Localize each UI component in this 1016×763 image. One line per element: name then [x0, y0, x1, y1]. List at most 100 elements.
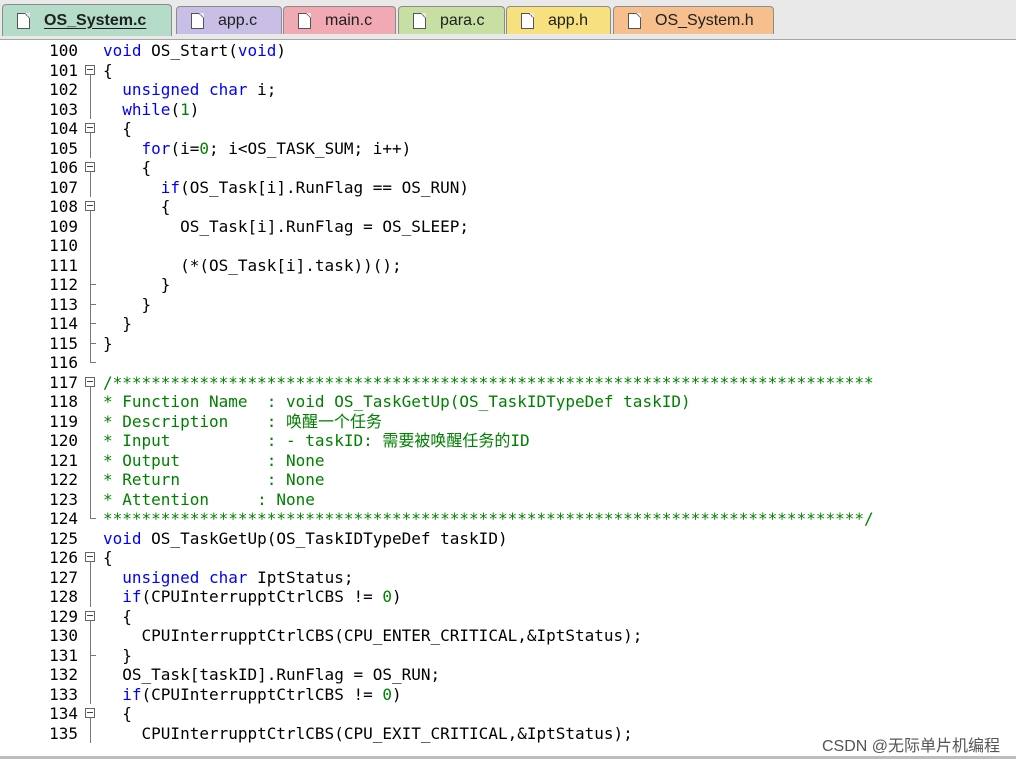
code-line[interactable]: 124 *************************************… [0, 509, 1016, 529]
tab-app-h[interactable]: app.h [506, 6, 611, 34]
code-line[interactable]: 115} [0, 333, 1016, 354]
code-token: OS_Start( [141, 41, 238, 60]
code-text[interactable]: void OS_Start(void) [103, 41, 286, 61]
code-text[interactable]: CPUInterrupptCtrlCBS(CPU_EXIT_CRITICAL,&… [103, 724, 633, 744]
code-line[interactable]: 111 (*(OS_Task[i].task))(); [0, 255, 1016, 276]
code-text[interactable]: } [103, 314, 132, 334]
tab-os-system-c[interactable]: OS_System.c [2, 4, 172, 36]
code-line[interactable]: 122 * Return : None [0, 470, 1016, 490]
fold-toggle-icon[interactable] [84, 119, 98, 139]
code-line[interactable]: 125 void OS_TaskGetUp(OS_TaskIDTypeDef ta… [0, 529, 1016, 549]
fold-toggle-icon[interactable] [84, 704, 98, 724]
fold-line [84, 177, 98, 197]
code-text[interactable]: unsigned char IptStatus; [103, 568, 353, 588]
code-text[interactable]: * Return : None [103, 470, 325, 490]
line-number: 121 [49, 450, 78, 470]
code-line[interactable]: 112 } [0, 275, 1016, 295]
code-text[interactable]: for(i=0; i<OS_TASK_SUM; i++) [103, 138, 412, 159]
code-text[interactable]: ****************************************… [103, 509, 874, 529]
code-text[interactable]: { [103, 119, 132, 139]
code-line[interactable]: 121 * Output : None [0, 450, 1016, 471]
code-text[interactable]: } [103, 295, 152, 315]
code-text[interactable]: if(CPUInterrupptCtrlCBS != 0) [103, 587, 401, 607]
code-text[interactable]: unsigned char i; [103, 80, 276, 100]
code-line[interactable]: 102 unsigned char i; [0, 80, 1016, 100]
code-text[interactable]: void OS_TaskGetUp(OS_TaskIDTypeDef taskI… [103, 529, 508, 549]
code-line[interactable]: 109 OS_Task[i].RunFlag = OS_SLEEP; [0, 216, 1016, 237]
code-line[interactable]: 133 if(CPUInterrupptCtrlCBS != 0) [0, 684, 1016, 705]
line-number: 128 [49, 587, 78, 606]
code-text[interactable]: * Input : - taskID: 需要被唤醒任务的ID [103, 431, 530, 451]
code-line[interactable]: 107 if(OS_Task[i].RunFlag == OS_RUN) [0, 177, 1016, 198]
code-editor[interactable]: 100 void OS_Start(void) 101{102 unsigned c… [0, 40, 1016, 753]
code-line[interactable]: 132 OS_Task[taskID].RunFlag = OS_RUN; [0, 665, 1016, 685]
tab-os-system-h[interactable]: OS_System.h [613, 6, 774, 34]
code-line[interactable]: 128 if(CPUInterrupptCtrlCBS != 0) [0, 587, 1016, 607]
code-token: (*(OS_Task[i].task))(); [103, 255, 402, 275]
fold-toggle-icon[interactable] [84, 548, 98, 568]
code-text[interactable]: { [103, 607, 132, 627]
fold-toggle-icon[interactable] [84, 158, 98, 178]
tab-app-c[interactable]: app.c [176, 6, 282, 34]
code-text[interactable]: if(CPUInterrupptCtrlCBS != 0) [103, 684, 402, 705]
code-line[interactable]: 116 [0, 353, 1016, 373]
code-line[interactable]: 118 * Function Name : void OS_TaskGetUp(O… [0, 392, 1016, 412]
code-token: ) [392, 684, 402, 704]
line-number: 109 [49, 216, 78, 236]
code-text[interactable]: CPUInterrupptCtrlCBS(CPU_ENTER_CRITICAL,… [103, 626, 643, 646]
code-token: (i= [170, 138, 200, 158]
code-text[interactable]: * Description : 唤醒一个任务 [103, 412, 382, 432]
code-text[interactable]: * Output : None [103, 451, 325, 471]
tab-para-c[interactable]: para.c [398, 6, 505, 34]
code-text[interactable]: * Function Name : void OS_TaskGetUp(OS_T… [103, 392, 691, 412]
fold-end-marker [84, 275, 98, 295]
code-line[interactable]: 103 while(1) [0, 99, 1016, 120]
code-line[interactable]: 119 * Description : 唤醒一个任务 [0, 411, 1016, 432]
fold-toggle-icon[interactable] [84, 607, 98, 626]
code-text[interactable]: } [103, 646, 132, 666]
code-line[interactable]: 101 { [0, 61, 1016, 81]
code-line[interactable]: 117 /************************************… [0, 373, 1016, 393]
code-text[interactable]: /***************************************… [103, 373, 874, 393]
code-line[interactable]: 127 unsigned char IptStatus; [0, 567, 1016, 588]
code-line[interactable]: 113 } [0, 294, 1016, 315]
code-text[interactable]: OS_Task[i].RunFlag = OS_SLEEP; [103, 217, 469, 237]
code-line[interactable]: 105 for(i=0; i<OS_TASK_SUM; i++) [0, 138, 1016, 159]
code-line[interactable]: 106 { [0, 158, 1016, 178]
code-text[interactable]: { [103, 197, 171, 217]
code-line[interactable]: 134 { [0, 704, 1016, 724]
code-text[interactable]: } [103, 334, 113, 354]
code-text[interactable]: OS_Task[taskID].RunFlag = OS_RUN; [103, 665, 440, 685]
fold-line [84, 392, 98, 412]
code-token: ) [276, 41, 287, 60]
fold-toggle-icon[interactable] [84, 61, 98, 80]
code-line[interactable]: 120 * Input : - taskID: 需要被唤醒任务的ID [0, 431, 1016, 451]
code-token: (CPUInterrupptCtrlCBS != [141, 684, 383, 704]
fold-toggle-icon[interactable] [84, 197, 98, 217]
code-text[interactable]: { [103, 548, 113, 568]
code-line[interactable]: 104 { [0, 119, 1016, 139]
code-text[interactable]: while(1) [103, 100, 199, 120]
code-text[interactable]: (*(OS_Task[i].task))(); [103, 256, 402, 276]
code-line[interactable]: 129 { [0, 607, 1016, 627]
tab-label: main.c [325, 11, 373, 29]
code-line[interactable]: 110 [0, 236, 1016, 256]
code-text[interactable]: if(OS_Task[i].RunFlag == OS_RUN) [103, 178, 469, 198]
code-text[interactable]: { [103, 61, 113, 81]
code-line[interactable]: 131 } [0, 645, 1016, 666]
code-line[interactable]: 123 * Attention : None [0, 489, 1016, 510]
code-line[interactable]: 100 void OS_Start(void) [0, 41, 1016, 61]
code-text[interactable]: { [103, 704, 132, 724]
code-line[interactable]: 130 CPUInterrupptCtrlCBS(CPU_ENTER_CRITI… [0, 626, 1016, 646]
fold-toggle-icon[interactable] [84, 373, 98, 392]
code-text[interactable]: { [103, 158, 152, 178]
code-text[interactable]: } [103, 275, 171, 295]
horizontal-scrollbar[interactable] [0, 756, 1016, 759]
code-text[interactable]: * Attention : None [103, 490, 315, 510]
code-line[interactable]: 126 { [0, 548, 1016, 568]
tab-main-c[interactable]: main.c [283, 6, 396, 34]
fold-line [84, 138, 98, 158]
code-line[interactable]: 114 } [0, 314, 1016, 334]
code-line[interactable]: 108 { [0, 197, 1016, 217]
